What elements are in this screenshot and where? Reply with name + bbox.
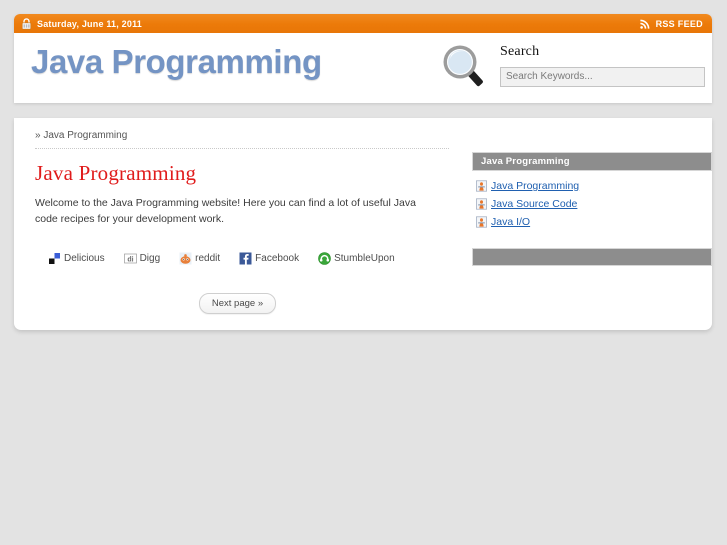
share-label: Delicious (64, 253, 105, 264)
search-area: Search (437, 40, 705, 95)
search-title: Search (500, 44, 540, 59)
top-bar: Saturday, June 11, 2011 RSS FEED (14, 14, 712, 33)
lock-icon (21, 17, 32, 30)
reddit-icon (179, 252, 192, 265)
intro-paragraph: Welcome to the Java Programming website!… (35, 197, 416, 225)
site-logo[interactable]: Java Programming (31, 43, 322, 81)
current-date: Saturday, June 11, 2011 (37, 18, 142, 29)
search-input[interactable] (500, 66, 705, 87)
sidebar-widget-title: Java Programming (472, 152, 712, 171)
stumbleupon-icon (318, 252, 331, 265)
share-facebook[interactable]: Facebook (239, 252, 299, 265)
share-label: reddit (195, 253, 221, 264)
breadcrumb-divider (35, 148, 449, 149)
share-digg[interactable]: di Digg (123, 252, 161, 265)
facebook-icon (239, 252, 252, 265)
magnifier-icon (437, 40, 491, 95)
content-inner: » Java Programming Java Programming Welc… (14, 118, 712, 314)
sidebar-item-java-io[interactable]: Java I/O (476, 216, 712, 228)
share-label: StumbleUpon (334, 253, 395, 264)
share-delicious[interactable]: Delicious (48, 252, 105, 265)
sidebar: Java Programming Java Programming Java S… (472, 130, 712, 314)
digg-icon: di (123, 252, 137, 265)
page-root: Saturday, June 11, 2011 RSS FEED Java Pr… (0, 0, 727, 545)
main-column: » Java Programming Java Programming Welc… (35, 130, 449, 314)
sidebar-link-label[interactable]: Java Source Code (491, 198, 577, 210)
rss-feed-label: RSS FEED (655, 18, 703, 29)
share-label: Digg (139, 253, 161, 264)
svg-text:di: di (127, 256, 133, 263)
java-duke-icon (476, 216, 487, 228)
breadcrumb: » Java Programming (35, 130, 128, 141)
sidebar-item-java-programming[interactable]: Java Programming (476, 180, 712, 192)
header-block: Saturday, June 11, 2011 RSS FEED Java Pr… (14, 14, 712, 103)
java-duke-icon (476, 180, 487, 192)
search-right: Search (500, 40, 705, 87)
pager: Next page » (35, 293, 449, 314)
share-label: Facebook (255, 253, 300, 264)
top-bar-left: Saturday, June 11, 2011 (21, 17, 142, 30)
rss-feed-link[interactable]: RSS FEED (639, 18, 703, 29)
share-row: Delicious di Digg reddit Facebook Stumbl… (35, 252, 449, 265)
sidebar-link-label[interactable]: Java Programming (491, 180, 579, 192)
sidebar-widget-title-secondary (472, 248, 712, 266)
rss-icon (639, 19, 650, 29)
share-stumbleupon[interactable]: StumbleUpon (318, 252, 395, 265)
sidebar-link-list: Java Programming Java Source Code Java I… (472, 171, 712, 228)
sidebar-item-java-source-code[interactable]: Java Source Code (476, 198, 712, 210)
sidebar-link-label[interactable]: Java I/O (491, 216, 530, 228)
share-reddit[interactable]: reddit (179, 252, 220, 265)
page-title: Java Programming (35, 161, 197, 185)
delicious-icon (48, 252, 61, 265)
java-duke-icon (476, 198, 487, 210)
content-block: » Java Programming Java Programming Welc… (14, 118, 712, 330)
next-page-button[interactable]: Next page » (198, 293, 277, 314)
header-main: Java Programming Search (14, 33, 712, 103)
